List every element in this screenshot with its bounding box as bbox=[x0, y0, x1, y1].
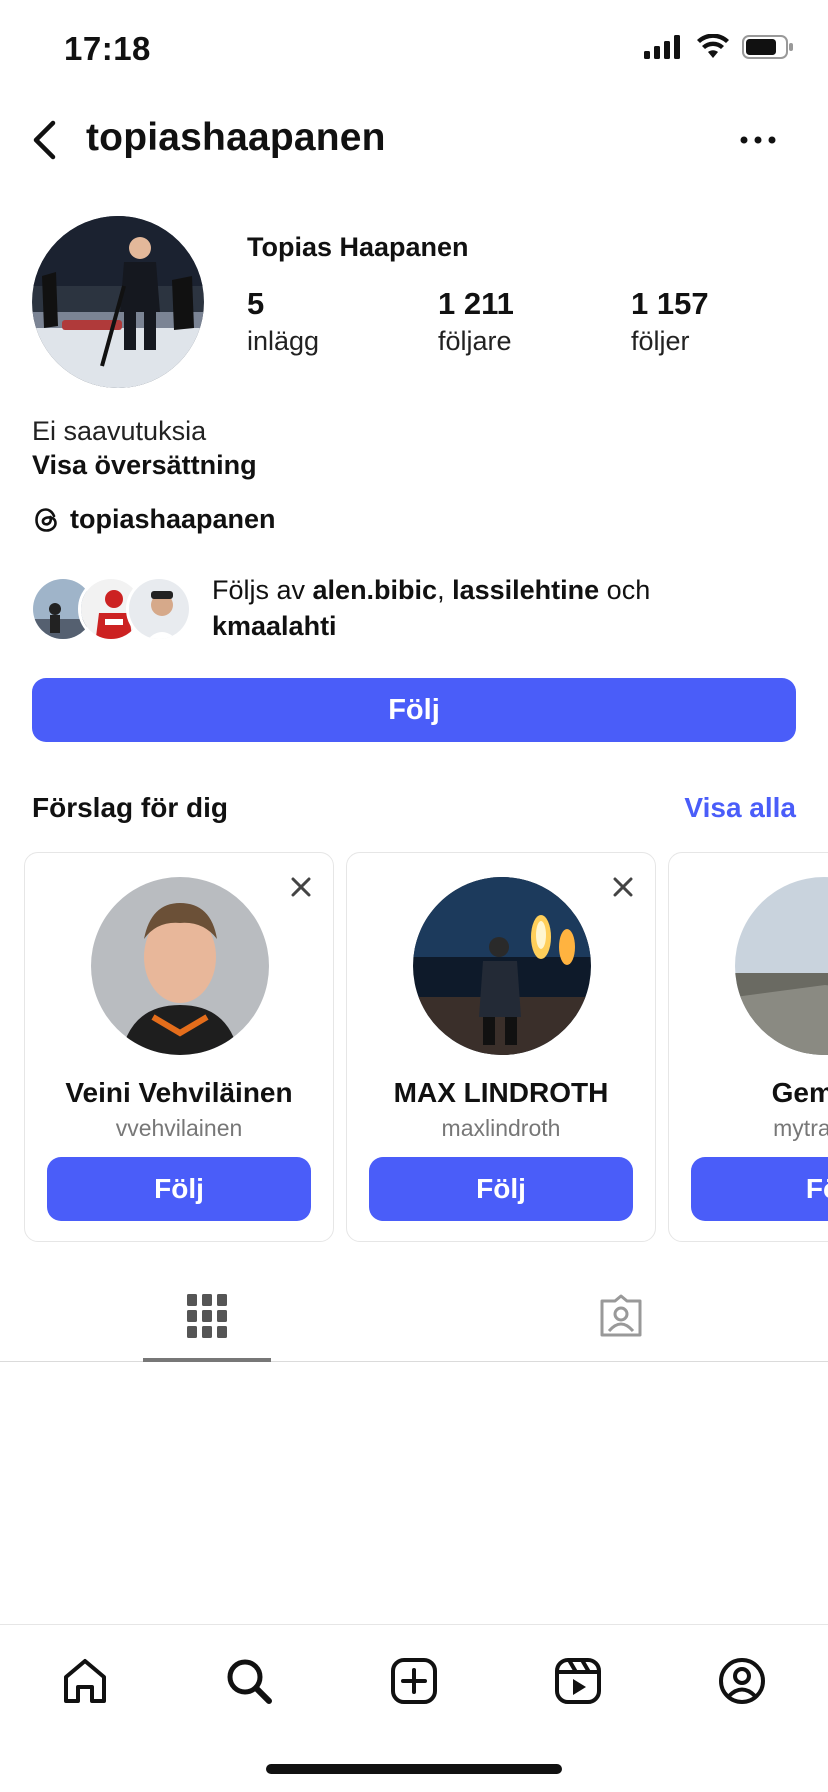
suggestions-title: Förslag för dig bbox=[32, 792, 228, 823]
suggestion-carousel[interactable]: Veini Vehviläinen vvehvilainen Följ MAX … bbox=[24, 852, 828, 1244]
mutual-user-link[interactable]: lassilehtine bbox=[452, 575, 599, 605]
stat-followers[interactable]: 1 211 följare bbox=[438, 286, 514, 357]
stat-value: 5 bbox=[247, 286, 265, 321]
avatar bbox=[126, 576, 192, 642]
status-time: 17:18 bbox=[64, 30, 151, 67]
status-bar: 17:18 bbox=[0, 0, 828, 100]
nav-reels[interactable] bbox=[548, 1651, 608, 1711]
nav-profile[interactable] bbox=[712, 1651, 772, 1711]
suggestion-card[interactable]: Veini Vehviläinen vvehvilainen Följ bbox=[24, 852, 334, 1242]
stat-following[interactable]: 1 157 följer bbox=[631, 286, 709, 357]
profile-icon bbox=[719, 1658, 765, 1704]
see-all-link[interactable]: Visa alla bbox=[684, 792, 796, 824]
tagged-icon bbox=[600, 1294, 642, 1337]
suggestion-card[interactable]: MAX LINDROTH maxlindroth Följ bbox=[346, 852, 656, 1242]
home-indicator bbox=[266, 1764, 562, 1774]
content-tabs bbox=[0, 1270, 828, 1362]
tab-tagged[interactable] bbox=[557, 1270, 685, 1362]
translate-link[interactable]: Visa översättning bbox=[32, 450, 257, 481]
followed-by-text: Följs av alen.bibic, lassilehtine och km… bbox=[212, 575, 651, 641]
avatar[interactable] bbox=[735, 877, 828, 1055]
stat-value: 1 211 bbox=[438, 286, 514, 321]
back-button[interactable] bbox=[22, 118, 66, 162]
signal-icon bbox=[644, 35, 680, 59]
active-tab-indicator bbox=[143, 1358, 271, 1362]
mutual-user-link[interactable]: alen.bibic bbox=[313, 575, 438, 605]
create-icon bbox=[391, 1658, 437, 1704]
avatar[interactable] bbox=[91, 877, 269, 1055]
nav-home[interactable] bbox=[55, 1651, 115, 1711]
stat-posts[interactable]: 5 inlägg bbox=[247, 286, 319, 357]
stat-value: 1 157 bbox=[631, 286, 709, 321]
avatar[interactable] bbox=[413, 877, 591, 1055]
suggestion-username: vvehvilainen bbox=[115, 1115, 243, 1141]
tab-posts[interactable] bbox=[143, 1270, 271, 1362]
more-options-button[interactable] bbox=[736, 122, 780, 158]
battery-icon bbox=[742, 35, 793, 59]
suggestion-card[interactable]: Gemma mytravelb Fö bbox=[668, 852, 828, 1242]
close-icon bbox=[291, 877, 311, 897]
follow-button[interactable]: Följ bbox=[47, 1157, 311, 1221]
chevron-left-icon bbox=[33, 120, 56, 160]
page-title: topiashaapanen bbox=[86, 116, 386, 159]
follow-button[interactable]: Fö bbox=[691, 1157, 828, 1221]
threads-handle: topiashaapanen bbox=[70, 504, 276, 534]
stat-label: följare bbox=[438, 326, 512, 356]
threads-link[interactable]: topiashaapanen bbox=[32, 504, 276, 535]
suggestion-username: mytravelb bbox=[773, 1115, 828, 1141]
stat-label: inlägg bbox=[247, 326, 320, 356]
suggestion-name: MAX LINDROTH bbox=[393, 1077, 609, 1108]
follow-button[interactable]: Följ bbox=[32, 678, 796, 742]
nav-create[interactable] bbox=[384, 1651, 444, 1711]
more-icon bbox=[740, 136, 776, 144]
home-icon bbox=[64, 1659, 106, 1703]
wifi-icon bbox=[697, 34, 729, 58]
profile-avatar[interactable] bbox=[32, 216, 204, 388]
grid-icon bbox=[187, 1294, 227, 1338]
dismiss-button[interactable] bbox=[287, 873, 315, 901]
dismiss-button[interactable] bbox=[609, 873, 637, 901]
status-icons bbox=[644, 34, 794, 60]
nav-search[interactable] bbox=[219, 1651, 279, 1711]
full-name: Topias Haapanen bbox=[247, 232, 469, 262]
suggestion-name: Veini Vehviläinen bbox=[65, 1077, 293, 1108]
suggestion-username: maxlindroth bbox=[441, 1115, 561, 1141]
mutual-user-link[interactable]: kmaalahti bbox=[212, 611, 337, 641]
stat-label: följer bbox=[631, 326, 690, 356]
close-icon bbox=[613, 877, 633, 897]
suggestion-name: Gemma bbox=[771, 1077, 828, 1108]
threads-icon bbox=[35, 507, 57, 532]
profile-header: topiashaapanen bbox=[0, 100, 828, 180]
follow-button[interactable]: Följ bbox=[369, 1157, 633, 1221]
bio-text: Ei saavutuksia bbox=[32, 416, 207, 446]
reels-icon bbox=[555, 1658, 601, 1704]
search-icon bbox=[227, 1659, 272, 1704]
mutual-avatars bbox=[30, 576, 202, 644]
